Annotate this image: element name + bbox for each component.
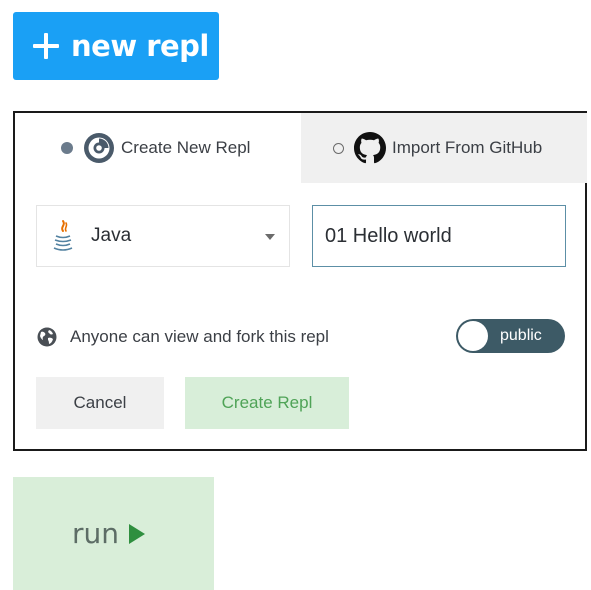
create-repl-dialog: Create New Repl Import From GitHub Java … — [13, 111, 587, 451]
language-selected-label: Java — [91, 225, 132, 246]
radio-unselected-icon — [333, 142, 344, 154]
repl-name-input[interactable] — [312, 205, 566, 267]
chevron-down-icon[interactable] — [265, 234, 275, 240]
new-repl-button[interactable]: new repl — [13, 12, 219, 80]
tab-import-from-github[interactable]: Import From GitHub — [301, 113, 587, 183]
plus-icon — [33, 33, 59, 59]
globe-icon — [37, 327, 57, 347]
tab-github-label: Import From GitHub — [392, 138, 543, 157]
visibility-row: Anyone can view and fork this repl — [37, 321, 329, 353]
play-icon — [129, 523, 146, 544]
run-button[interactable]: run — [13, 477, 214, 590]
language-select[interactable]: Java — [36, 205, 290, 267]
cancel-button[interactable]: Cancel — [36, 377, 164, 429]
tab-create-label: Create New Repl — [121, 138, 251, 157]
repl-spiral-icon — [84, 133, 114, 163]
public-toggle[interactable]: public — [456, 319, 565, 353]
toggle-knob — [458, 321, 488, 351]
toggle-label: public — [500, 327, 542, 344]
create-repl-button[interactable]: Create Repl — [185, 377, 349, 429]
new-repl-label: new repl — [71, 29, 209, 63]
radio-selected-icon — [61, 142, 73, 154]
github-icon — [354, 132, 386, 164]
java-icon — [53, 220, 73, 251]
run-label: run — [72, 517, 120, 550]
tab-create-new-repl[interactable]: Create New Repl — [15, 113, 301, 183]
visibility-text: Anyone can view and fork this repl — [70, 327, 329, 346]
